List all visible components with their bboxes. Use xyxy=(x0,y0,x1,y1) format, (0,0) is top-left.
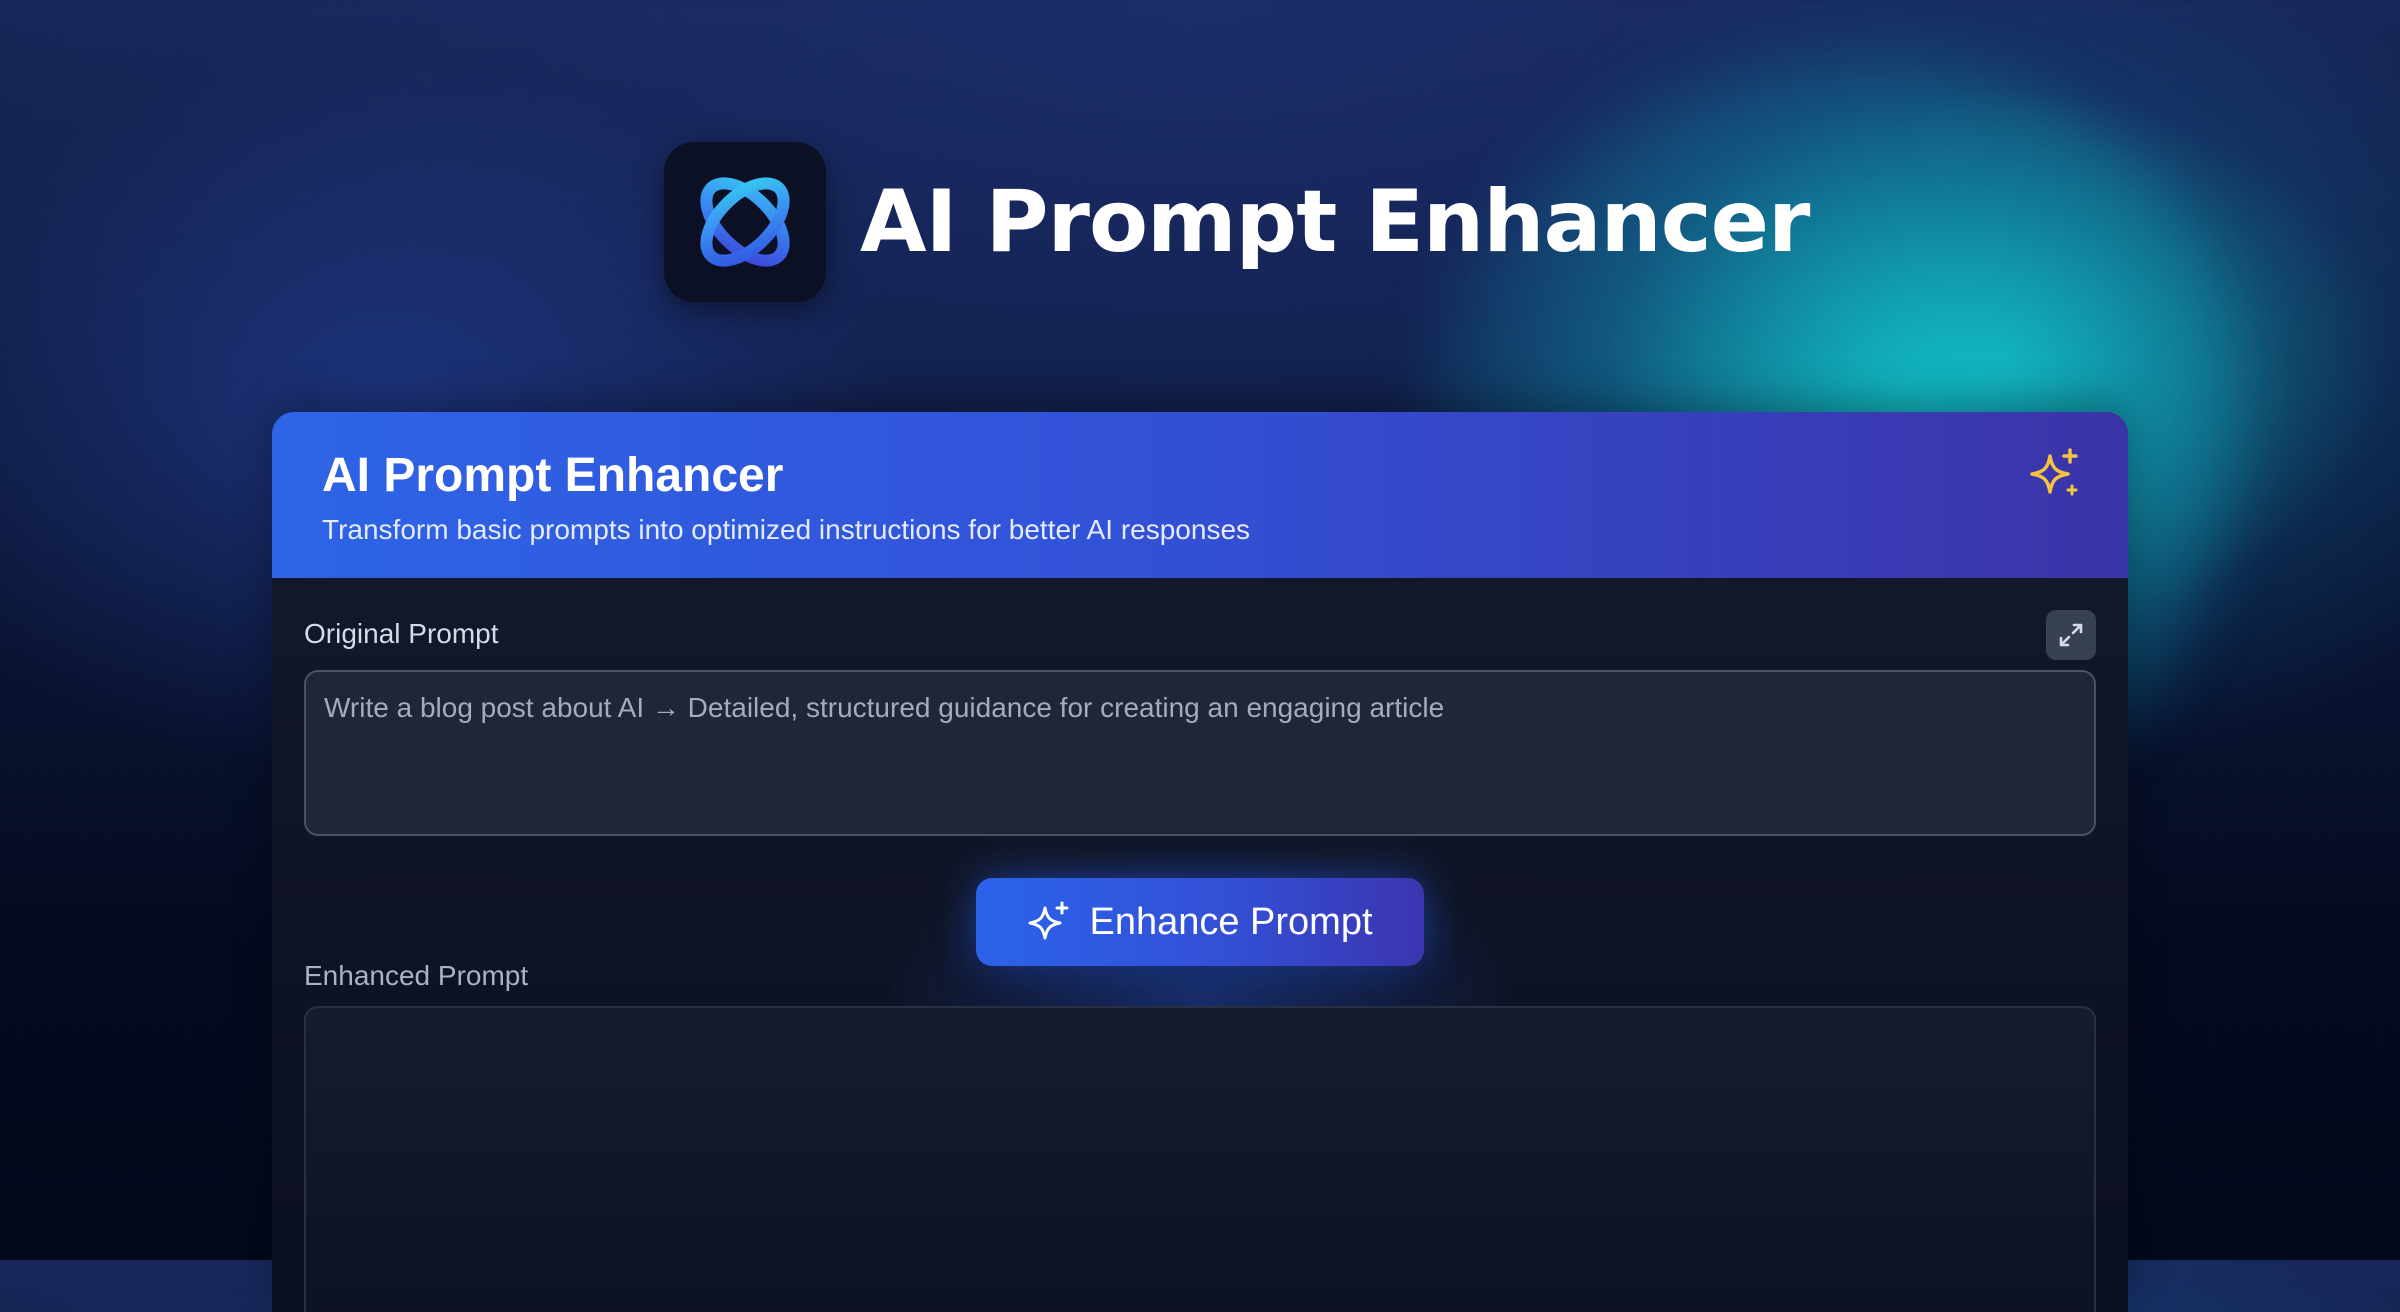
card-subtitle: Transform basic prompts into optimized i… xyxy=(322,514,1251,545)
card-header: AI Prompt Enhancer Transform basic promp… xyxy=(272,412,2128,578)
enhance-prompt-button[interactable]: Enhance Prompt xyxy=(976,878,1424,966)
enhance-prompt-label: Enhance Prompt xyxy=(1089,900,1373,943)
original-prompt-input[interactable] xyxy=(304,670,2096,836)
card-title: AI Prompt Enhancer xyxy=(322,449,784,502)
prompt-enhancer-card: AI Prompt Enhancer Transform basic promp… xyxy=(272,412,2128,1312)
enhanced-prompt-output[interactable] xyxy=(304,1006,2096,1312)
app-logo xyxy=(664,142,826,302)
hero-header: AI Prompt Enhancer xyxy=(664,142,1810,302)
expand-button[interactable] xyxy=(2046,610,2096,660)
sparkle-icon xyxy=(2030,448,2078,496)
original-prompt-label: Original Prompt xyxy=(304,618,499,649)
enhanced-prompt-label: Enhanced Prompt xyxy=(304,960,529,991)
sparkle-icon xyxy=(1028,901,1069,940)
hero-title: AI Prompt Enhancer xyxy=(860,172,1810,272)
orbit-logo-icon xyxy=(700,177,790,267)
expand-icon xyxy=(2059,623,2083,647)
